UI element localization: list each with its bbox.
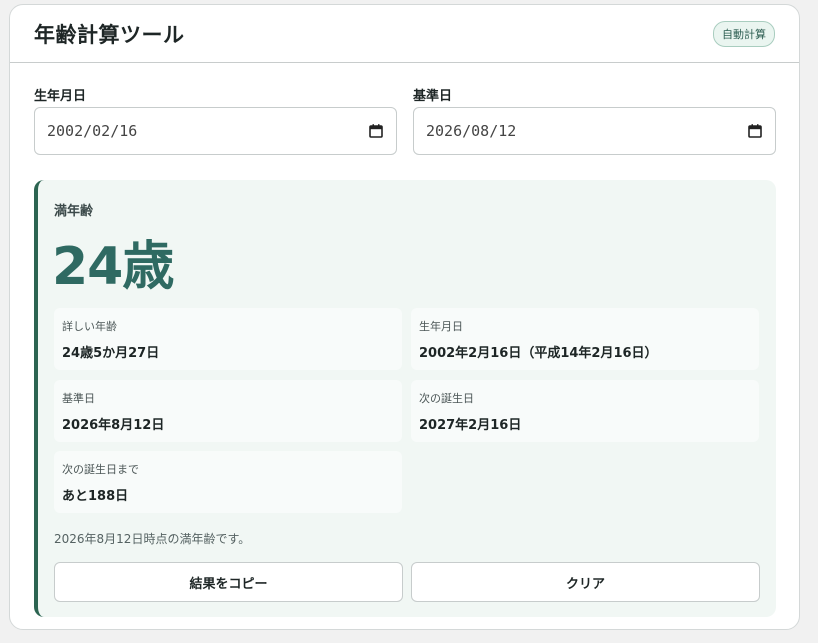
base-date-input[interactable]: 2026/08/12 [413,107,776,155]
next-birthday-tile: 次の誕生日 2027年2月16日 [411,380,759,442]
age-calculator-card: 年齢計算ツール 自動計算 生年月日 2002/02/16 基準日 2026/08… [9,4,800,630]
tile-value: あと188日 [62,489,129,504]
birth-date-input[interactable]: 2002/02/16 [34,107,397,155]
result-panel: 満年齢 24歳 詳しい年齢 24歳5か月27日 生年月日 2002年2月16日（… [34,180,776,617]
days-until-birthday-tile: 次の誕生日まで あと188日 [54,451,402,513]
birth-date-label: 生年月日 [34,89,87,104]
base-date-tile: 基準日 2026年8月12日 [54,380,402,442]
date-form: 生年月日 2002/02/16 基準日 2026/08/12 [34,85,776,155]
copy-result-button[interactable]: 結果をコピー [54,562,403,602]
clear-button[interactable]: クリア [411,562,760,602]
tile-label: 基準日 [62,392,95,405]
tile-label: 次の誕生日 [419,392,474,405]
result-note: 2026年8月12日時点の満年齢です。 [54,532,251,546]
tile-value: 2002年2月16日（平成14年2月16日） [419,346,658,361]
age-value: 24歳 [52,237,174,297]
page-title: 年齢計算ツール [34,22,185,47]
detail-age-tile: 詳しい年齢 24歳5か月27日 [54,308,402,370]
base-date-field: 基準日 2026/08/12 [413,85,776,155]
base-date-label: 基準日 [413,89,453,104]
birth-date-tile: 生年月日 2002年2月16日（平成14年2月16日） [411,308,759,370]
tile-label: 生年月日 [419,320,463,333]
result-label: 満年齢 [54,204,94,219]
calendar-icon[interactable] [368,123,384,139]
tile-label: 次の誕生日まで [62,463,139,476]
auto-calc-badge: 自動計算 [713,20,775,47]
calendar-icon[interactable] [747,123,763,139]
tile-value: 2026年8月12日 [62,418,165,433]
card-header: 年齢計算ツール 自動計算 [10,5,799,63]
base-date-value: 2026/08/12 [426,122,517,140]
tile-value: 24歳5か月27日 [62,346,160,361]
birth-date-field: 生年月日 2002/02/16 [34,85,397,155]
tile-value: 2027年2月16日 [419,418,522,433]
birth-date-value: 2002/02/16 [47,122,138,140]
tile-label: 詳しい年齢 [62,320,117,333]
